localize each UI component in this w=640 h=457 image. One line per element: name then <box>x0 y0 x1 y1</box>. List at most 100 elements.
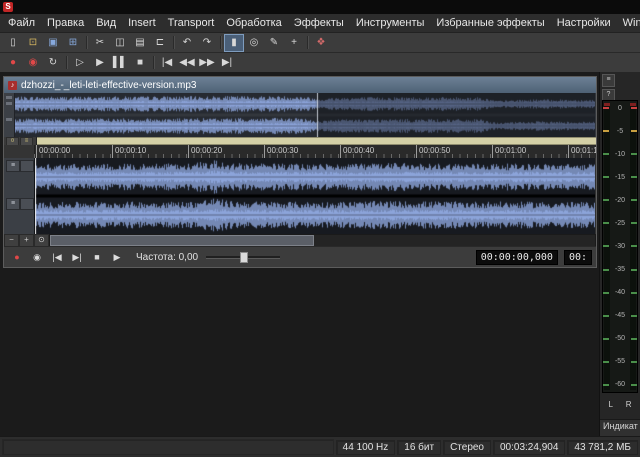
workspace: ♪ dzhozzi_-_leti-leti-effective-version.… <box>0 72 640 437</box>
new-file-button[interactable]: ▯ <box>3 34 23 52</box>
channel-2-solo-button[interactable] <box>20 198 34 210</box>
meter-scale-row: -25 <box>603 219 637 227</box>
undo-button[interactable]: ↶ <box>177 34 197 52</box>
status-cell: 16 бит <box>397 440 441 455</box>
main-waveform[interactable] <box>35 158 595 234</box>
menu-item[interactable]: Обработка <box>220 16 287 30</box>
status-message-area <box>2 439 334 455</box>
selection-strip[interactable] <box>37 137 596 145</box>
save-button[interactable]: ▣ <box>43 34 63 52</box>
doc-loop-button[interactable]: ◉ <box>28 249 46 266</box>
zoom-selection-button[interactable]: ⊙ <box>34 234 49 247</box>
scrollbar-thumb[interactable] <box>50 235 314 246</box>
pause-button[interactable]: ▌▌ <box>110 54 130 72</box>
forward-button[interactable]: ▶▶ <box>197 54 217 72</box>
go-to-start-button[interactable]: |◀ <box>157 54 177 72</box>
selection-time-display[interactable]: 00: <box>564 250 592 265</box>
cut-button[interactable]: ✂ <box>90 34 110 52</box>
ruler-major-tick <box>416 145 417 158</box>
doc-go-end-button[interactable]: ▶| <box>68 249 86 266</box>
app-titlebar[interactable]: S <box>0 0 640 14</box>
slider-thumb[interactable] <box>240 252 248 263</box>
meter-panel: ≡? 0 -5 -10 <box>599 72 640 437</box>
doc-stop-button[interactable]: ■ <box>88 249 106 266</box>
meter-scale-row: -10 <box>603 150 637 158</box>
go-to-end-button[interactable]: ▶| <box>217 54 237 72</box>
transport-toolbar: ●◉↻ ▷▶▌▌■ |◀◀◀▶▶▶| <box>0 53 640 73</box>
doc-play-button[interactable]: ▶ <box>108 249 126 266</box>
document-titlebar[interactable]: ♪ dzhozzi_-_leti-leti-effective-version.… <box>4 77 596 93</box>
ruler-major-tick <box>340 145 341 158</box>
meter-db-label: 0 <box>609 105 631 112</box>
menu-item[interactable]: Инструменты <box>350 16 431 30</box>
selection-gutter: ¤ ≡ <box>4 137 37 145</box>
play-all-button[interactable]: ▷ <box>70 54 90 72</box>
scrub-slider[interactable] <box>206 251 280 263</box>
doc-go-start-button[interactable]: |◀ <box>48 249 66 266</box>
meter-tick-right <box>631 292 637 294</box>
meter-tick-right <box>631 130 637 132</box>
magnify-tool-button[interactable]: ◎ <box>244 34 264 52</box>
ruler-area[interactable]: 00:00:00 00:00:10 00:00:20 00:00:30 <box>34 145 596 158</box>
menu-item[interactable]: Window <box>617 16 640 30</box>
paste-button[interactable]: ▤ <box>130 34 150 52</box>
horizontal-scrollbar[interactable] <box>49 234 596 247</box>
toolbar-separator <box>307 36 308 49</box>
ruler-gutter <box>4 145 35 158</box>
menu-item[interactable]: Эффекты <box>288 16 350 30</box>
audio-file-icon: ♪ <box>8 81 17 90</box>
menu-item[interactable]: Избранные эффекты <box>430 16 550 30</box>
menu-item[interactable]: Insert <box>122 16 162 30</box>
edit-tool-button[interactable]: ▮ <box>224 34 244 52</box>
ruler-major-tick <box>264 145 265 158</box>
status-cell: 00:03:24,904 <box>493 440 565 455</box>
time-ruler: 00:00:00 00:00:10 00:00:20 00:00:30 <box>4 145 596 158</box>
channel-1-solo-button[interactable] <box>20 160 34 172</box>
trim-button[interactable]: ⊏ <box>150 34 170 52</box>
status-cell: 44 100 Hz <box>336 440 396 455</box>
overview-waveform[interactable] <box>15 93 595 137</box>
loop-record-button[interactable]: ◉ <box>23 54 43 72</box>
menu-item[interactable]: Transport <box>162 16 221 30</box>
status-cell: Стерео <box>443 440 491 455</box>
channel-1-controls-button[interactable]: ≡ <box>6 160 20 172</box>
redo-button[interactable]: ↷ <box>197 34 217 52</box>
meter-db-label: -20 <box>609 197 631 204</box>
marker-tool-button[interactable]: + <box>284 34 304 52</box>
channel-gutter: ≡ ≡ <box>4 158 35 234</box>
copy-button[interactable]: ◫ <box>110 34 130 52</box>
meter-db-label: -10 <box>609 151 631 158</box>
meter-tick-right <box>631 245 637 247</box>
doc-record-button[interactable]: ● <box>8 249 26 266</box>
zoom-in-button[interactable]: + <box>19 234 34 247</box>
meter-menu-button[interactable]: ≡ <box>602 74 615 87</box>
loop-playback-button[interactable]: ↻ <box>43 54 63 72</box>
meter-channel-labels: LR <box>602 400 638 409</box>
time-display[interactable]: 00:00:00,000 <box>476 250 558 265</box>
zoom-out-button[interactable]: − <box>4 234 19 247</box>
stop-button[interactable]: ■ <box>130 54 150 72</box>
open-file-button[interactable]: ⊡ <box>23 34 43 52</box>
pencil-tool-button[interactable]: ✎ <box>264 34 284 52</box>
meter-tick-right <box>631 153 637 155</box>
record-button[interactable]: ● <box>3 54 23 72</box>
rewind-button[interactable]: ◀◀ <box>177 54 197 72</box>
meter-scale-row: -35 <box>603 266 637 274</box>
status-bar: 44 100 Hz16 битСтерео00:03:24,90443 781,… <box>0 436 640 457</box>
overview-section <box>4 93 596 137</box>
level-meter[interactable]: 0 -5 -10 -15 <box>602 100 638 393</box>
meter-tick-right <box>631 361 637 363</box>
menu-item[interactable]: Файл <box>2 16 41 30</box>
menu-item[interactable]: Настройки <box>551 16 617 30</box>
meter-tick-right <box>631 269 637 271</box>
play-button[interactable]: ▶ <box>90 54 110 72</box>
meter-db-label: -40 <box>609 289 631 296</box>
save-as-button[interactable]: ⊞ <box>63 34 83 52</box>
selection-row: ¤ ≡ <box>4 137 596 145</box>
plugin-chainer-button[interactable]: ❖ <box>311 34 331 52</box>
ruler-major-tick <box>188 145 189 158</box>
menu-item[interactable]: Вид <box>90 16 122 30</box>
menu-item[interactable]: Правка <box>41 16 90 30</box>
channel-2-controls-button[interactable]: ≡ <box>6 198 20 210</box>
app-logo-icon[interactable]: S <box>3 2 13 12</box>
